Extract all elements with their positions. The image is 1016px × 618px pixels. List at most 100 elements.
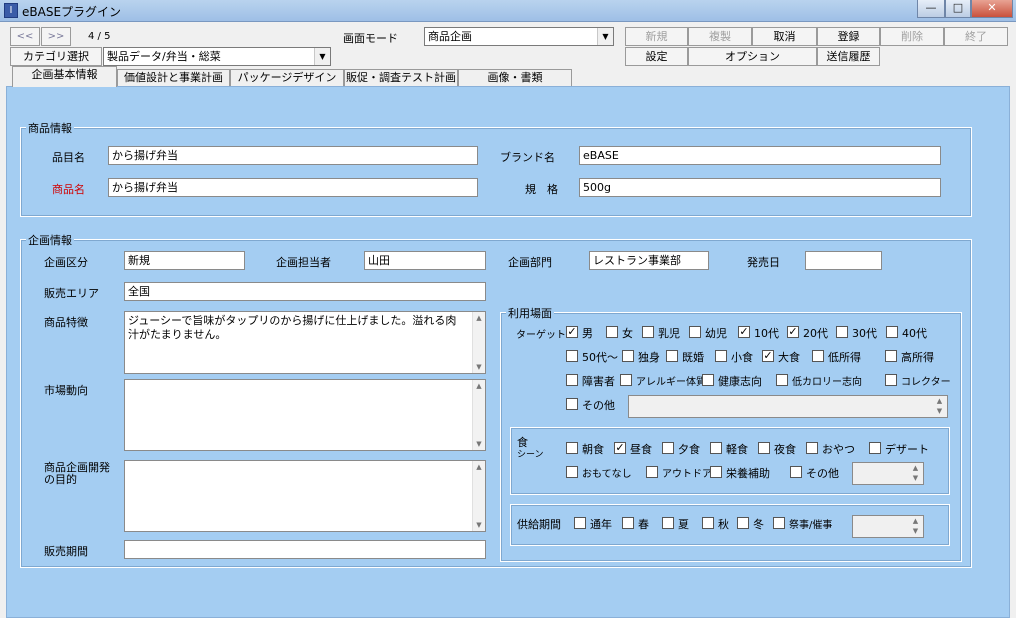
target-other-input[interactable]: ▲ ▼ — [628, 395, 948, 418]
scene-checkbox[interactable] — [710, 442, 722, 454]
market-textarea[interactable]: ▲ ▼ — [124, 379, 486, 451]
scroll-up-icon[interactable]: ▲ — [473, 461, 485, 473]
target-label: 50代～ — [582, 351, 618, 364]
spec-input[interactable]: 500g — [579, 178, 941, 197]
minimize-button[interactable]: — — [917, 0, 945, 18]
target-checkbox[interactable] — [885, 374, 897, 386]
category-value: 製品データ/弁当・総菜 — [107, 50, 221, 63]
category-select-button[interactable]: カテゴリ選択 — [10, 47, 102, 66]
scroll-down-icon[interactable]: ▼ — [473, 361, 485, 373]
options-button[interactable]: オプション — [688, 47, 817, 66]
scene-checkbox[interactable] — [646, 466, 658, 478]
target-checkbox[interactable]: ✓ — [787, 326, 799, 338]
brand-input[interactable]: eBASE — [579, 146, 941, 165]
scroll-up-icon[interactable]: ▲ — [473, 380, 485, 392]
period-input[interactable] — [124, 540, 486, 559]
dept-input[interactable]: レストラン事業部 — [589, 251, 709, 270]
target-checkbox[interactable] — [606, 326, 618, 338]
next-record-button[interactable]: >> — [41, 27, 71, 46]
screen-mode-select[interactable]: 商品企画 ▼ — [424, 27, 614, 46]
season-checkbox[interactable] — [662, 517, 674, 529]
spin-down-icon[interactable]: ▼ — [909, 527, 922, 536]
delete-button[interactable]: 削除 — [880, 27, 944, 46]
cancel-button[interactable]: 取消 — [752, 27, 817, 46]
scroll-down-icon[interactable]: ▼ — [473, 519, 485, 531]
season-checkbox[interactable] — [702, 517, 714, 529]
duplicate-button[interactable]: 複製 — [688, 27, 752, 46]
category-select[interactable]: 製品データ/弁当・総菜 ▼ — [103, 47, 331, 66]
target-label: 健康志向 — [718, 375, 762, 388]
finish-button[interactable]: 終了 — [944, 27, 1008, 46]
screen-mode-label: 画面モード — [343, 32, 398, 45]
target-checkbox[interactable] — [566, 350, 578, 362]
scene-other-input[interactable]: ▲ ▼ — [852, 462, 924, 485]
target-checkbox[interactable] — [836, 326, 848, 338]
scroll-up-icon[interactable]: ▲ — [473, 312, 485, 324]
spin-down-icon[interactable]: ▼ — [933, 407, 946, 416]
target-checkbox[interactable] — [689, 326, 701, 338]
season-checkbox[interactable] — [773, 517, 785, 529]
scene-checkbox[interactable] — [566, 442, 578, 454]
purpose-textarea[interactable]: ▲ ▼ — [124, 460, 486, 532]
season-label: 秋 — [718, 518, 729, 531]
spin-up-icon[interactable]: ▲ — [909, 517, 922, 526]
tab-package-design[interactable]: パッケージデザイン — [230, 69, 344, 86]
scene-checkbox[interactable] — [806, 442, 818, 454]
target-checkbox[interactable]: ✓ — [566, 326, 578, 338]
target-label: 小食 — [731, 351, 753, 364]
season-checkbox[interactable] — [574, 517, 586, 529]
prev-record-button[interactable]: << — [10, 27, 40, 46]
release-date-input[interactable] — [805, 251, 882, 270]
supply-period-label: 供給期間 — [517, 518, 561, 531]
scroll-down-icon[interactable]: ▼ — [473, 438, 485, 450]
market-scrollbar[interactable]: ▲ ▼ — [472, 380, 485, 450]
target-checkbox[interactable] — [566, 374, 578, 386]
spin-up-icon[interactable]: ▲ — [933, 397, 946, 406]
supply-other-input[interactable]: ▲ ▼ — [852, 515, 924, 538]
close-button[interactable]: ✕ — [971, 0, 1013, 18]
new-button[interactable]: 新規 — [625, 27, 688, 46]
scene-checkbox[interactable] — [662, 442, 674, 454]
product-name-input[interactable]: から揚げ弁当 — [108, 178, 478, 197]
register-button[interactable]: 登録 — [817, 27, 880, 46]
area-input[interactable]: 全国 — [124, 282, 486, 301]
target-checkbox[interactable]: ✓ — [762, 350, 774, 362]
spin-down-icon[interactable]: ▼ — [909, 474, 922, 483]
target-checkbox[interactable] — [885, 350, 897, 362]
purpose-scrollbar[interactable]: ▲ ▼ — [472, 461, 485, 531]
target-checkbox[interactable] — [776, 374, 788, 386]
season-checkbox[interactable] — [737, 517, 749, 529]
item-name-input[interactable]: から揚げ弁当 — [108, 146, 478, 165]
target-checkbox[interactable] — [666, 350, 678, 362]
tab-promotion-plan[interactable]: 販促・調査テスト計画 — [344, 69, 458, 86]
target-label: 大食 — [778, 351, 800, 364]
target-checkbox[interactable] — [620, 374, 632, 386]
tab-basic-info[interactable]: 企画基本情報 — [12, 66, 117, 87]
scene-checkbox[interactable] — [710, 466, 722, 478]
check-icon: ✓ — [567, 325, 577, 338]
scene-checkbox[interactable] — [566, 466, 578, 478]
target-checkbox[interactable] — [812, 350, 824, 362]
tab-images-docs[interactable]: 画像・書類 — [458, 69, 572, 86]
target-checkbox[interactable] — [642, 326, 654, 338]
scene-checkbox[interactable] — [790, 466, 802, 478]
spin-up-icon[interactable]: ▲ — [909, 464, 922, 473]
target-checkbox[interactable] — [702, 374, 714, 386]
target-checkbox[interactable] — [886, 326, 898, 338]
features-textarea[interactable]: ジューシーで旨味がタップリのから揚げに仕上げました。溢れる肉汁がたまりません。 … — [124, 311, 486, 374]
maximize-button[interactable]: □ — [945, 0, 971, 18]
features-scrollbar[interactable]: ▲ ▼ — [472, 312, 485, 373]
target-checkbox[interactable] — [715, 350, 727, 362]
send-history-button[interactable]: 送信履歴 — [817, 47, 880, 66]
scene-checkbox[interactable]: ✓ — [614, 442, 626, 454]
tab-value-design[interactable]: 価値設計と事業計画 — [117, 69, 230, 86]
scene-checkbox[interactable] — [758, 442, 770, 454]
season-checkbox[interactable] — [622, 517, 634, 529]
target-checkbox[interactable] — [622, 350, 634, 362]
target-checkbox[interactable] — [566, 398, 578, 410]
manager-input[interactable]: 山田 — [364, 251, 486, 270]
plan-category-input[interactable]: 新規 — [124, 251, 245, 270]
scene-checkbox[interactable] — [869, 442, 881, 454]
target-checkbox[interactable]: ✓ — [738, 326, 750, 338]
settings-button[interactable]: 設定 — [625, 47, 688, 66]
